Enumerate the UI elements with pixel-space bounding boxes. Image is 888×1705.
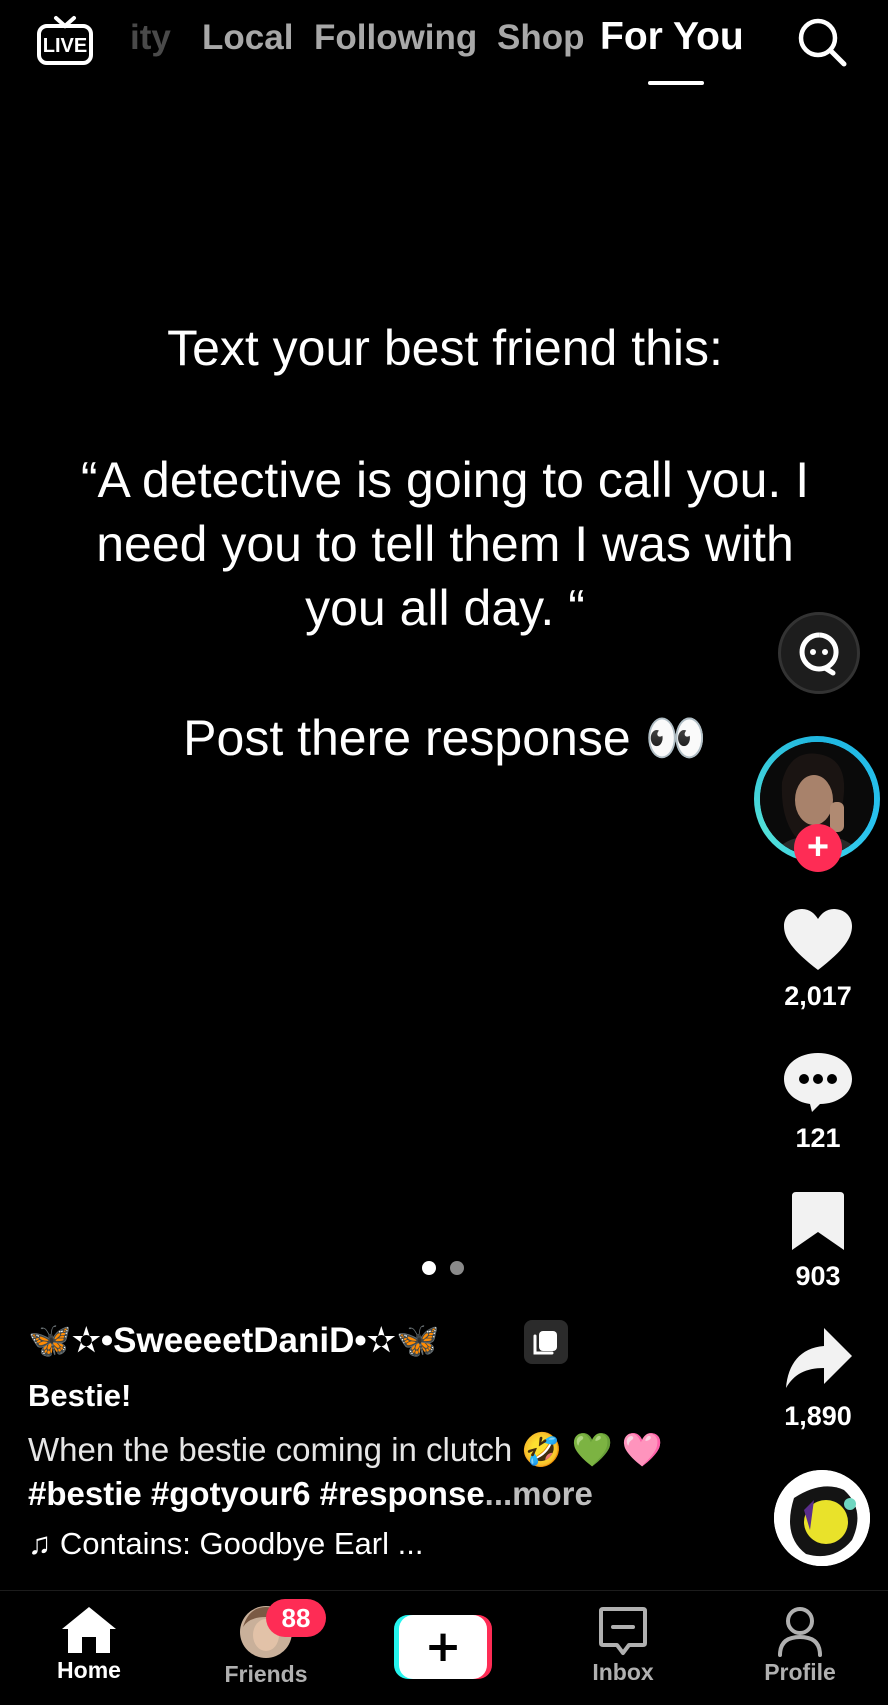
save-button[interactable]: 903 — [770, 1190, 866, 1292]
photo-mode-icon — [524, 1320, 568, 1364]
nav-friends-label: Friends — [224, 1661, 308, 1687]
nav-inbox-label: Inbox — [592, 1659, 654, 1685]
effect-icon[interactable] — [778, 612, 860, 694]
share-count: 1,890 — [784, 1401, 852, 1431]
heart-icon — [784, 909, 852, 970]
tab-community[interactable]: ity — [130, 18, 171, 58]
creator-username[interactable]: 🦋✫•SweeeetDaniD•✫🦋 — [28, 1320, 440, 1361]
hashtags[interactable]: #bestie #gotyour6 #response — [28, 1475, 485, 1512]
search-icon[interactable] — [796, 16, 848, 68]
post-description[interactable]: When the bestie coming in clutch 🤣 💚 🩷 #… — [28, 1428, 728, 1516]
live-tv-icon[interactable]: LIVE — [36, 14, 94, 66]
comment-count: 121 — [795, 1123, 841, 1153]
music-info[interactable]: ♫ Contains: Goodbye Earl ... — [28, 1526, 423, 1562]
svg-text:+: + — [425, 1621, 462, 1672]
post-title: Bestie! — [28, 1378, 132, 1413]
share-button[interactable]: 1,890 — [770, 1326, 866, 1432]
home-icon — [62, 1607, 116, 1653]
follow-button[interactable]: + — [794, 824, 842, 872]
music-note-icon: ♫ — [28, 1526, 52, 1561]
like-button[interactable]: 2,017 — [770, 908, 866, 1012]
tab-following[interactable]: Following — [314, 18, 477, 58]
description-text: When the bestie coming in clutch 🤣 💚 🩷 — [28, 1431, 664, 1468]
comment-button[interactable]: 121 — [770, 1050, 866, 1154]
comment-icon — [784, 1053, 852, 1112]
share-arrow-icon — [786, 1328, 852, 1388]
bottom-nav: Home Friends 88 + Inbox Profile — [0, 1590, 888, 1705]
pager-dot-active[interactable] — [422, 1261, 436, 1275]
nav-home-label: Home — [57, 1657, 121, 1683]
profile-icon — [778, 1607, 822, 1657]
active-tab-indicator — [648, 81, 704, 85]
tab-for-you[interactable]: For You — [600, 15, 744, 59]
nav-home[interactable]: Home — [19, 1605, 159, 1684]
tab-shop[interactable]: Shop — [497, 18, 584, 58]
nav-profile-label: Profile — [764, 1659, 836, 1685]
video-caption-line-3: Post there response 👀 — [183, 710, 707, 766]
tab-local[interactable]: Local — [202, 18, 293, 58]
save-count: 903 — [795, 1261, 841, 1291]
top-bar: LIVE ity Local Following Shop For You — [0, 0, 888, 90]
bookmark-icon — [792, 1192, 844, 1250]
nav-inbox[interactable]: Inbox — [553, 1605, 693, 1686]
like-count: 2,017 — [784, 981, 852, 1011]
create-button[interactable]: + — [394, 1615, 492, 1679]
pager-dot[interactable] — [450, 1261, 464, 1275]
video-caption-line-2: “A detective is going to call you. I nee… — [80, 452, 810, 636]
friends-notification-badge: 88 — [266, 1599, 326, 1637]
music-disc-icon[interactable] — [774, 1470, 870, 1566]
music-title: Contains: Goodbye Earl ... — [59, 1526, 424, 1561]
inbox-icon — [599, 1607, 647, 1655]
more-link[interactable]: ...more — [485, 1475, 593, 1512]
video-caption-line-1: Text your best friend this: — [167, 320, 723, 376]
svg-text:LIVE: LIVE — [43, 35, 87, 57]
nav-profile[interactable]: Profile — [730, 1605, 870, 1686]
